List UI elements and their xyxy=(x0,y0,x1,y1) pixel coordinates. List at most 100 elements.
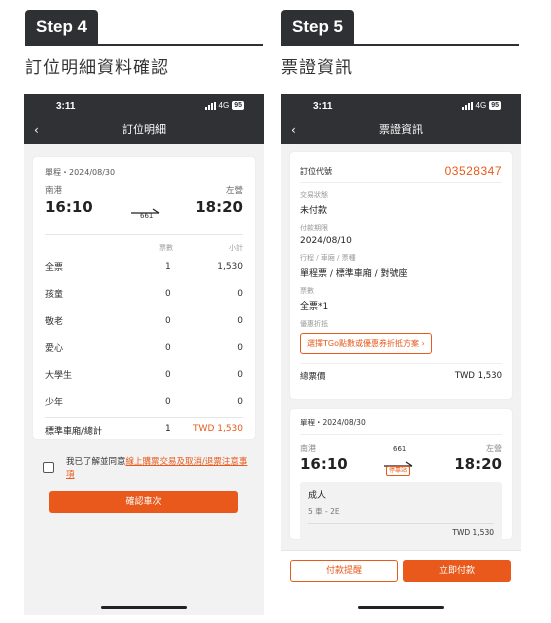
ticket-info-card: 訂位代號 03528347 交易狀態 未付款 付款期限 2024/08/10 行… xyxy=(290,152,512,399)
step4-phone-screen: 3:11 4G 95 ‹ 訂位明細 單程・2024/08/30 南港 左營 16… xyxy=(24,94,264,615)
network-label: 4G xyxy=(475,101,487,110)
battery-icon: 95 xyxy=(489,101,501,110)
ticket-count-value: 全票*1 xyxy=(300,302,329,312)
status-label: 交易狀態 xyxy=(300,191,328,199)
fare-total-row: 標準車廂/總計 1 TWD 1,530 xyxy=(45,417,243,437)
discount-label: 優惠折抵 xyxy=(300,320,328,328)
passenger-box: 成人 5 車 - 2E TWD 1,530 xyxy=(300,482,502,540)
ticket-count-label: 票數 xyxy=(300,287,314,295)
fare-subtotal: 0 xyxy=(237,342,243,353)
nav-title: 票證資訊 xyxy=(379,123,423,136)
deadline-label: 付款期限 xyxy=(300,224,328,232)
train-number: 661 xyxy=(393,445,407,453)
deadline-value: 2024/08/10 xyxy=(300,236,352,246)
signal-icon xyxy=(204,101,216,110)
total-price-value: TWD 1,530 xyxy=(454,371,502,381)
step5-phone-screen: 3:11 4G 95 ‹ 票證資訊 訂位代號 03528347 交易狀態 未付款… xyxy=(281,94,521,615)
agreement-section: 我已了解並同意線上購票交易及取消/退票注意事項 xyxy=(43,456,253,482)
fare-qty: 0 xyxy=(165,342,171,353)
seat-number: 5 車 - 2E xyxy=(308,506,494,524)
stops-badge[interactable]: 停靠站 xyxy=(386,466,411,476)
ticket-type-field: 行程 / 車廂 / 票種 單程票 / 標準車廂 / 對號座 xyxy=(300,253,502,279)
nav-bar: ‹ 票證資訊 xyxy=(281,119,521,144)
train-number: 661 xyxy=(140,212,154,220)
passenger-price: TWD 1,530 xyxy=(452,528,494,537)
status-bar: 3:11 4G 95 xyxy=(24,94,264,119)
fare-subtotal: 0 xyxy=(237,396,243,407)
fare-qty: 0 xyxy=(165,315,171,326)
booking-code: 03528347 xyxy=(444,164,502,178)
back-chevron-icon[interactable]: ‹ xyxy=(34,119,39,141)
fare-subtotal: 1,530 xyxy=(217,261,243,272)
train-header: 單程・2024/08/30 xyxy=(300,417,502,435)
passenger-type: 成人 xyxy=(308,491,327,501)
step5-header-section: Step 5 票證資訊 xyxy=(281,8,519,78)
ticket-type-value: 單程票 / 標準車廂 / 對號座 xyxy=(300,269,408,279)
back-chevron-icon[interactable]: ‹ xyxy=(291,119,296,141)
subtotal-header: 小計 xyxy=(229,244,243,252)
fare-name: 敬老 xyxy=(45,317,64,327)
status-value: 未付款 xyxy=(300,206,328,216)
ticket-type-label: 行程 / 車廂 / 票種 xyxy=(300,254,356,262)
fare-name: 少年 xyxy=(45,398,64,408)
discount-field: 優惠折抵 選擇TGo點數或優惠券折抵方案 › xyxy=(300,319,502,354)
fare-row: 大學生 0 0 xyxy=(45,361,243,388)
total-label: 標準車廂/總計 xyxy=(45,427,103,437)
pay-now-button[interactable]: 立即付款 xyxy=(403,560,511,582)
total-qty: 1 xyxy=(165,424,171,434)
fare-subtotal: 0 xyxy=(237,288,243,299)
depart-time: 16:10 xyxy=(300,455,348,473)
fare-row: 孩童 0 0 xyxy=(45,280,243,307)
deadline-field: 付款期限 2024/08/10 xyxy=(300,223,502,246)
arrive-time: 18:20 xyxy=(195,198,243,216)
booking-code-row: 訂位代號 03528347 xyxy=(300,160,502,183)
trip-header: 單程・2024/08/30 xyxy=(45,168,116,177)
step5-badge: Step 5 xyxy=(281,10,355,44)
booking-code-label: 訂位代號 xyxy=(300,166,332,176)
battery-icon: 95 xyxy=(232,101,244,110)
fare-name: 愛心 xyxy=(45,344,64,354)
total-price-row: 總票價 TWD 1,530 xyxy=(300,363,502,382)
discount-select-button[interactable]: 選擇TGo點數或優惠券折抵方案 › xyxy=(300,333,432,354)
step4-header-section: Step 4 訂位明細資料確認 xyxy=(25,8,263,78)
fare-qty: 1 xyxy=(165,261,171,272)
train-info-card: 單程・2024/08/30 南港 左營 16:10 661 停靠站 18:20 … xyxy=(290,409,512,540)
network-label: 4G xyxy=(218,101,230,110)
fare-name: 孩童 xyxy=(45,290,64,300)
home-indicator xyxy=(358,606,444,609)
from-station: 南港 xyxy=(45,186,63,196)
confirm-train-button[interactable]: 確認車次 xyxy=(49,491,238,513)
total-amount: TWD 1,530 xyxy=(193,424,243,434)
ticket-count-field: 票數 全票*1 xyxy=(300,286,502,312)
status-field: 交易狀態 未付款 xyxy=(300,190,502,216)
fare-subtotal: 0 xyxy=(237,315,243,326)
to-station: 左營 xyxy=(486,444,502,453)
status-time: 3:11 xyxy=(56,101,76,112)
from-station: 南港 xyxy=(300,444,316,453)
fare-row: 全票 1 1,530 xyxy=(45,253,243,280)
fare-row: 少年 0 0 xyxy=(45,388,243,415)
step5-title: 票證資訊 xyxy=(281,58,353,78)
nav-bar: ‹ 訂位明細 xyxy=(24,119,264,144)
agree-text: 我已了解並同意 xyxy=(66,457,126,467)
step4-badge: Step 4 xyxy=(25,10,99,44)
booking-detail-card: 單程・2024/08/30 南港 左營 16:10 661 18:20 票數 小… xyxy=(33,157,255,439)
step4-title: 訂位明細資料確認 xyxy=(25,58,169,78)
to-station: 左營 xyxy=(225,186,243,196)
signal-icon xyxy=(461,101,473,110)
payment-reminder-button[interactable]: 付款提醒 xyxy=(290,560,398,582)
depart-time: 16:10 xyxy=(45,198,93,216)
fare-table: 全票 1 1,530 孩童 0 0 敬老 0 0 愛心 0 0 大學生 0 0 少年 0 0 xyxy=(45,253,243,415)
fare-qty: 0 xyxy=(165,288,171,299)
total-price-label: 總票價 xyxy=(300,372,326,382)
fare-qty: 0 xyxy=(165,396,171,407)
fare-qty: 0 xyxy=(165,369,171,380)
agree-checkbox[interactable] xyxy=(43,462,54,473)
fare-row: 敬老 0 0 xyxy=(45,307,243,334)
fare-name: 大學生 xyxy=(45,371,73,381)
fare-row: 愛心 0 0 xyxy=(45,334,243,361)
status-bar: 3:11 4G 95 xyxy=(281,94,521,119)
nav-title: 訂位明細 xyxy=(122,123,166,136)
qty-header: 票數 xyxy=(159,244,173,252)
action-bar: 付款提醒 立即付款 xyxy=(281,550,521,615)
